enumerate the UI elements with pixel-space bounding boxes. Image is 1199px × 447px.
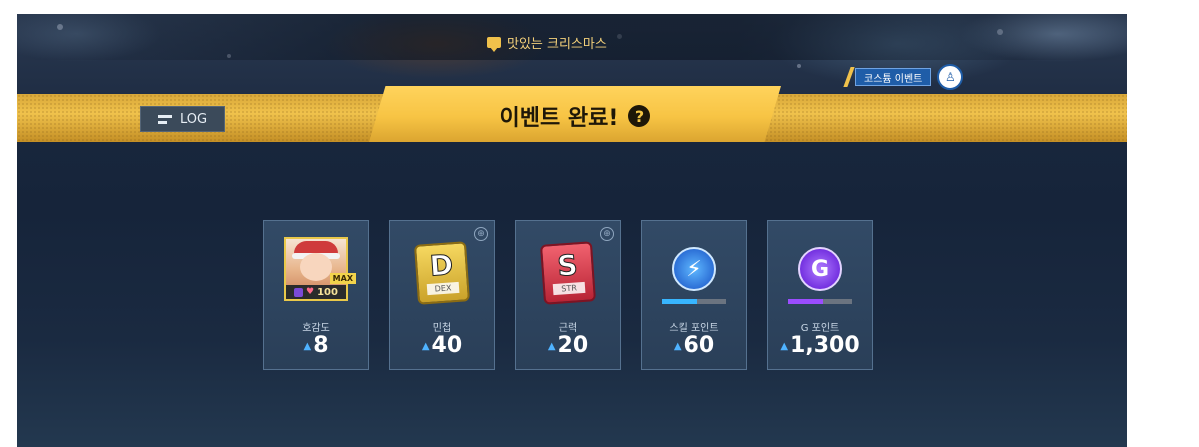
reward-card-str[interactable]: ⊕ S STR 근력 ▲20 xyxy=(515,220,621,370)
g-progress-bar xyxy=(788,299,852,304)
increase-arrow-icon: ▲ xyxy=(780,340,789,352)
reward-value-row: ▲60 xyxy=(642,333,746,358)
reward-value: 8 xyxy=(313,333,329,358)
costume-event-label: 코스튬 이벤트 xyxy=(855,68,932,86)
reward-value: 20 xyxy=(557,333,589,358)
event-name-label: 맛있는 크리스마스 xyxy=(507,36,607,52)
reward-label: 스킬 포인트 xyxy=(669,323,719,334)
skill-progress-fill xyxy=(662,299,698,304)
reward-card-affinity[interactable]: MAX ♥ 100 호감도 ▲8 xyxy=(263,220,369,370)
lightning-icon: ⚡ xyxy=(672,247,716,291)
reward-value: 1,300 xyxy=(790,333,860,358)
character-face xyxy=(300,253,332,281)
help-icon[interactable]: ? xyxy=(628,105,651,127)
grade-icon xyxy=(294,287,304,297)
reward-value: 40 xyxy=(431,333,463,358)
reward-value: 60 xyxy=(683,333,715,358)
increase-arrow-icon: ▲ xyxy=(421,340,430,352)
affinity-value: 100 xyxy=(317,286,338,298)
skill-progress-bar xyxy=(662,299,726,304)
increase-arrow-icon: ▲ xyxy=(547,340,556,352)
reward-card-skill-points[interactable]: ⚡ 스킬 포인트 ▲60 xyxy=(641,220,747,370)
increase-arrow-icon: ▲ xyxy=(303,340,312,352)
costume-event-button[interactable]: 코스튬 이벤트 ♙ xyxy=(843,64,964,90)
page-title: 이벤트 완료! ? xyxy=(369,100,781,132)
game-screen: 맛있는 크리스마스 코스튬 이벤트 ♙ 이벤트 완료! ? LOG MAX ♥ … xyxy=(17,14,1127,447)
reward-value-row: ▲8 xyxy=(264,333,368,358)
costume-hanger-icon: ♙ xyxy=(937,64,964,90)
reward-label: 근력 xyxy=(558,323,578,334)
reward-label: G 포인트 xyxy=(800,323,840,334)
character-portrait: MAX ♥ 100 xyxy=(284,237,356,301)
g-coin-icon: G xyxy=(798,247,842,291)
max-badge: MAX xyxy=(329,273,356,284)
increase-arrow-icon: ▲ xyxy=(673,340,682,352)
event-name: 맛있는 크리스마스 xyxy=(487,32,607,52)
log-button-label: LOG xyxy=(179,111,208,127)
reward-card-g-points[interactable]: G G 포인트 ▲1,300 xyxy=(767,220,873,370)
reward-value-row: ▲40 xyxy=(390,333,494,358)
affinity-level: ♥ 100 xyxy=(286,285,346,299)
page-title-text: 이벤트 완료! xyxy=(499,106,619,131)
dex-stat-icon: D DEX xyxy=(413,241,471,305)
stat-letter: S xyxy=(556,248,579,283)
stat-sub-label: DEX xyxy=(426,281,460,296)
stat-letter: D xyxy=(428,248,455,284)
stat-sub-label: STR xyxy=(552,281,586,296)
heart-icon: ♥ xyxy=(306,287,315,297)
reward-label: 호감도 xyxy=(302,323,330,334)
reward-value-row: ▲1,300 xyxy=(768,333,872,358)
log-button[interactable]: LOG xyxy=(140,106,225,132)
reward-card-dex[interactable]: ⊕ D DEX 민첩 ▲40 xyxy=(389,220,495,370)
chat-bubble-icon xyxy=(487,36,501,52)
g-progress-fill xyxy=(788,299,824,304)
reward-value-row: ▲20 xyxy=(516,333,620,358)
str-stat-icon: S STR xyxy=(539,241,597,305)
log-list-icon xyxy=(157,114,172,124)
reward-label: 민첩 xyxy=(432,323,452,334)
